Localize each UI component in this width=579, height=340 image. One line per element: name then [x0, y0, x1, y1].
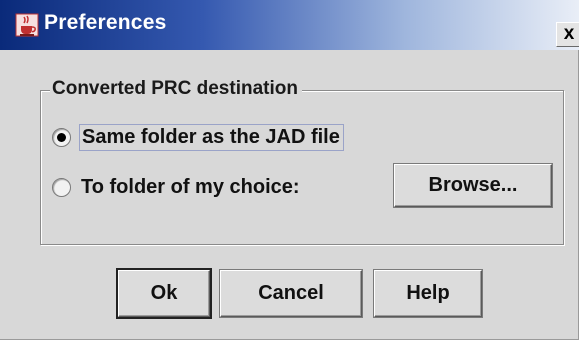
radio-label-choose-folder[interactable]: To folder of my choice:	[81, 176, 300, 199]
window-title: Preferences	[44, 11, 167, 34]
group-title: Converted PRC destination	[50, 78, 302, 100]
radio-same-folder[interactable]: Same folder as the JAD file	[52, 124, 344, 151]
cancel-button[interactable]: Cancel	[220, 270, 362, 317]
preferences-dialog: Preferences x Converted PRC destination …	[0, 0, 579, 340]
radio-choose-folder[interactable]: To folder of my choice:	[52, 176, 300, 199]
radio-label-same-folder[interactable]: Same folder as the JAD file	[79, 124, 344, 151]
ok-button[interactable]: Ok	[118, 270, 210, 317]
java-cup-icon	[15, 13, 39, 37]
title-bar[interactable]: Preferences x	[0, 0, 579, 50]
radio-button-unselected[interactable]	[52, 178, 71, 197]
close-icon: x	[563, 23, 575, 44]
close-button[interactable]: x	[556, 22, 579, 47]
help-button[interactable]: Help	[374, 270, 482, 317]
radio-button-selected[interactable]	[52, 128, 71, 147]
browse-button[interactable]: Browse...	[394, 164, 552, 207]
